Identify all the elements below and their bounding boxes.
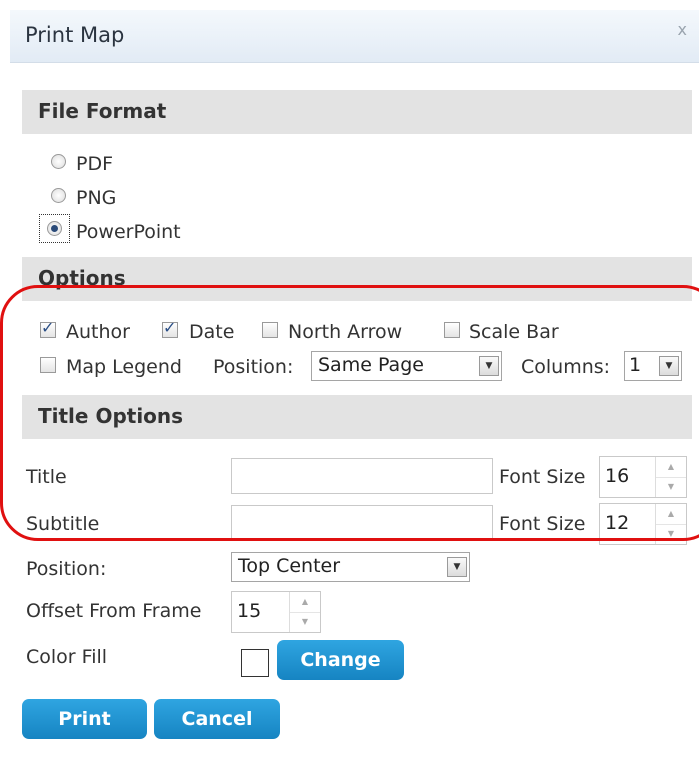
scale-bar-checkbox[interactable] [444,322,460,338]
stepper-buttons: ▲ ▼ [655,457,686,497]
legend-position-select[interactable]: Same Page ▼ [311,351,502,381]
legend-position-value: Same Page [318,354,424,376]
decrement-icon[interactable]: ▼ [656,477,686,497]
author-checkbox[interactable] [40,318,56,338]
stepper-buttons: ▲ ▼ [655,504,686,544]
subtitle-font-size-value: 12 [605,512,630,534]
offset-label: Offset From Frame [26,600,202,622]
date-checkbox[interactable] [162,318,178,338]
offset-stepper[interactable]: 15 ▲ ▼ [231,591,321,633]
close-icon[interactable]: x [678,20,687,39]
chevron-down-icon[interactable]: ▼ [447,557,467,577]
title-position-select[interactable]: Top Center ▼ [231,552,470,582]
increment-icon[interactable]: ▲ [290,592,320,613]
title-options-heading: Title Options [38,404,184,428]
title-position-value: Top Center [238,555,341,577]
map-legend-label: Map Legend [66,356,182,378]
subtitle-input[interactable] [231,505,493,541]
powerpoint-label: PowerPoint [76,221,181,243]
title-label: Title [26,466,67,488]
subtitle-font-size-label: Font Size [499,513,586,535]
map-legend-checkbox[interactable] [40,357,56,373]
stepper-buttons: ▲ ▼ [289,592,320,632]
title-options-section-header: Title Options [22,395,692,439]
columns-select[interactable]: 1 ▼ [624,351,682,381]
dialog-title: Print Map [25,23,125,47]
png-label: PNG [76,187,117,209]
author-label: Author [66,321,130,343]
file-format-section-header: File Format [22,90,692,134]
file-format-heading: File Format [38,99,167,123]
print-button[interactable]: Print [22,699,147,739]
title-font-size-label: Font Size [499,466,586,488]
date-label: Date [189,321,235,343]
legend-position-label: Position: [213,356,294,378]
title-input[interactable] [231,458,493,494]
chevron-down-icon[interactable]: ▼ [659,356,679,376]
pdf-radio[interactable] [51,154,66,169]
color-fill-label: Color Fill [26,646,108,668]
png-radio[interactable] [51,188,66,203]
increment-icon[interactable]: ▲ [656,457,686,478]
north-arrow-checkbox[interactable] [262,322,278,338]
north-arrow-label: North Arrow [288,321,403,343]
decrement-icon[interactable]: ▼ [290,612,320,632]
cancel-button[interactable]: Cancel [154,699,280,739]
options-heading: Options [38,266,126,290]
change-color-button[interactable]: Change [277,640,404,680]
title-font-size-stepper[interactable]: 16 ▲ ▼ [599,456,687,498]
options-section-header: Options [22,257,692,301]
title-font-size-value: 16 [605,465,630,487]
scale-bar-label: Scale Bar [469,321,559,343]
offset-value: 15 [237,600,262,622]
columns-value: 1 [629,354,642,376]
pdf-label: PDF [76,153,114,175]
color-fill-swatch[interactable] [241,649,269,677]
dialog-titlebar: Print Map x [10,10,699,63]
title-position-label: Position: [26,558,107,580]
decrement-icon[interactable]: ▼ [656,524,686,544]
columns-label: Columns: [521,356,611,378]
subtitle-label: Subtitle [26,513,100,535]
chevron-down-icon[interactable]: ▼ [479,356,499,376]
powerpoint-radio[interactable] [47,221,62,236]
subtitle-font-size-stepper[interactable]: 12 ▲ ▼ [599,503,687,545]
increment-icon[interactable]: ▲ [656,504,686,525]
